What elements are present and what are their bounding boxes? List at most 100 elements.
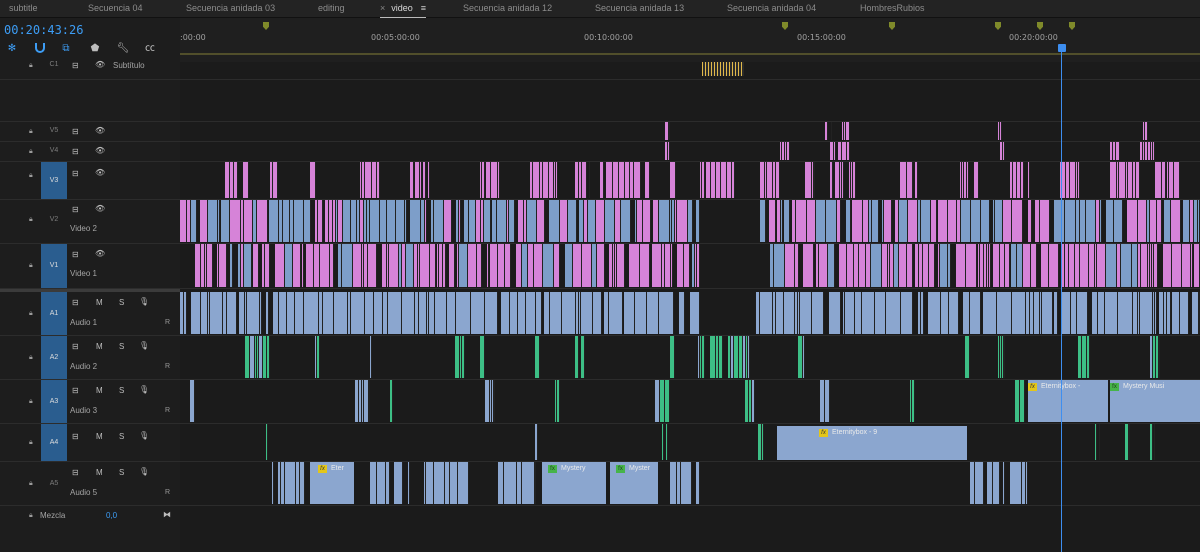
clip[interactable]	[1003, 462, 1005, 504]
lock-icon[interactable]: 🔒︎	[29, 398, 37, 406]
sequence-marker[interactable]	[263, 22, 269, 30]
clip[interactable]	[526, 292, 536, 334]
sequence-marker[interactable]	[995, 22, 1001, 30]
clip[interactable]	[434, 200, 444, 242]
clip[interactable]	[234, 162, 238, 198]
mix-volume-value[interactable]: 0,0	[106, 511, 117, 520]
clip[interactable]	[505, 244, 511, 287]
clip[interactable]	[343, 200, 351, 242]
solo-button[interactable]: S	[119, 298, 124, 307]
clip[interactable]	[402, 292, 415, 334]
clip[interactable]	[1167, 292, 1171, 334]
clip[interactable]	[907, 162, 913, 198]
audio-clip[interactable]: fx Mystery	[542, 462, 606, 504]
clip[interactable]	[961, 200, 971, 242]
lock-icon[interactable]: 🔒︎	[29, 354, 37, 362]
clip[interactable]	[388, 292, 402, 334]
clip[interactable]	[784, 200, 790, 242]
clip[interactable]	[1106, 244, 1117, 287]
clip[interactable]	[310, 162, 316, 198]
clip[interactable]	[471, 292, 485, 334]
clip[interactable]	[244, 244, 252, 287]
clip[interactable]	[800, 292, 812, 334]
clip[interactable]	[425, 200, 427, 242]
track-target-v1[interactable]: V1	[41, 244, 67, 288]
clip[interactable]	[560, 200, 568, 242]
go-to-end-icon[interactable]: ⧓	[163, 510, 171, 519]
clip[interactable]	[831, 122, 832, 140]
clip[interactable]	[272, 462, 274, 504]
clip[interactable]	[230, 200, 241, 242]
clip[interactable]	[504, 462, 517, 504]
clip[interactable]	[184, 292, 187, 334]
clip[interactable]	[365, 162, 372, 198]
clip[interactable]	[899, 200, 908, 242]
clip[interactable]	[1100, 200, 1102, 242]
clip[interactable]	[462, 336, 465, 378]
clip[interactable]	[533, 162, 540, 198]
clip[interactable]	[696, 200, 700, 242]
clip[interactable]	[1164, 200, 1171, 242]
clip[interactable]	[900, 162, 907, 198]
clip[interactable]	[719, 336, 723, 378]
clip[interactable]	[884, 200, 892, 242]
clip[interactable]	[929, 244, 935, 287]
clip[interactable]	[941, 292, 949, 334]
clip[interactable]	[908, 200, 918, 242]
clip[interactable]	[1049, 244, 1059, 287]
sequence-marker[interactable]	[782, 22, 788, 30]
clip[interactable]	[596, 200, 605, 242]
clip[interactable]	[285, 244, 293, 287]
clip[interactable]	[629, 244, 640, 287]
lane-a4[interactable]	[180, 424, 1200, 462]
clip[interactable]	[370, 200, 380, 242]
clip[interactable]	[1136, 162, 1140, 198]
toggle-sync-icon[interactable]: ⊟	[72, 386, 79, 395]
clip[interactable]	[518, 292, 526, 334]
clip[interactable]	[606, 162, 613, 198]
clip[interactable]	[527, 200, 537, 242]
clip[interactable]	[535, 462, 536, 504]
clip[interactable]	[443, 244, 446, 287]
mute-button[interactable]: M	[96, 298, 103, 307]
clip[interactable]	[300, 462, 305, 504]
clip[interactable]	[819, 244, 828, 287]
clip[interactable]	[497, 200, 507, 242]
tab-secuencia-anidada-04[interactable]: Secuencia anidada 04	[727, 0, 816, 18]
clip[interactable]	[534, 244, 543, 287]
clip[interactable]	[1154, 424, 1155, 460]
clip[interactable]	[1155, 292, 1157, 334]
clip[interactable]	[1180, 292, 1189, 334]
clip[interactable]	[468, 244, 477, 287]
clip[interactable]	[501, 292, 510, 334]
clip[interactable]	[394, 462, 403, 504]
clip[interactable]	[931, 200, 937, 242]
clip[interactable]	[498, 162, 500, 198]
close-tab-icon[interactable]: ×	[380, 3, 385, 13]
clip[interactable]	[377, 162, 380, 198]
clip[interactable]	[690, 292, 700, 334]
clip[interactable]	[702, 162, 705, 198]
clip[interactable]	[368, 244, 377, 287]
clip[interactable]	[1191, 244, 1193, 287]
caption-clip-cluster[interactable]	[702, 62, 744, 76]
clip[interactable]	[522, 462, 535, 504]
tab-secuencia-anidada-13[interactable]: Secuencia anidada 13	[595, 0, 684, 18]
toggle-sync-icon[interactable]: ⊟	[72, 205, 79, 214]
clip[interactable]	[1023, 244, 1031, 287]
clip[interactable]	[273, 162, 278, 198]
clip[interactable]	[490, 244, 498, 287]
track-target-v5[interactable]: V5	[41, 127, 67, 137]
clip[interactable]	[369, 380, 370, 422]
clip[interactable]	[839, 244, 847, 287]
solo-button[interactable]: S	[119, 468, 124, 477]
toggle-sync-icon[interactable]: ⊟	[72, 169, 79, 178]
clip[interactable]	[796, 200, 807, 242]
eye-icon[interactable]: 👁︎	[95, 126, 105, 135]
track-target-c1[interactable]: C1	[41, 61, 67, 68]
clip[interactable]	[1116, 142, 1120, 160]
clip[interactable]	[575, 336, 579, 378]
solo-button[interactable]: S	[119, 342, 124, 351]
clip[interactable]	[681, 462, 692, 504]
clip[interactable]	[975, 462, 984, 504]
